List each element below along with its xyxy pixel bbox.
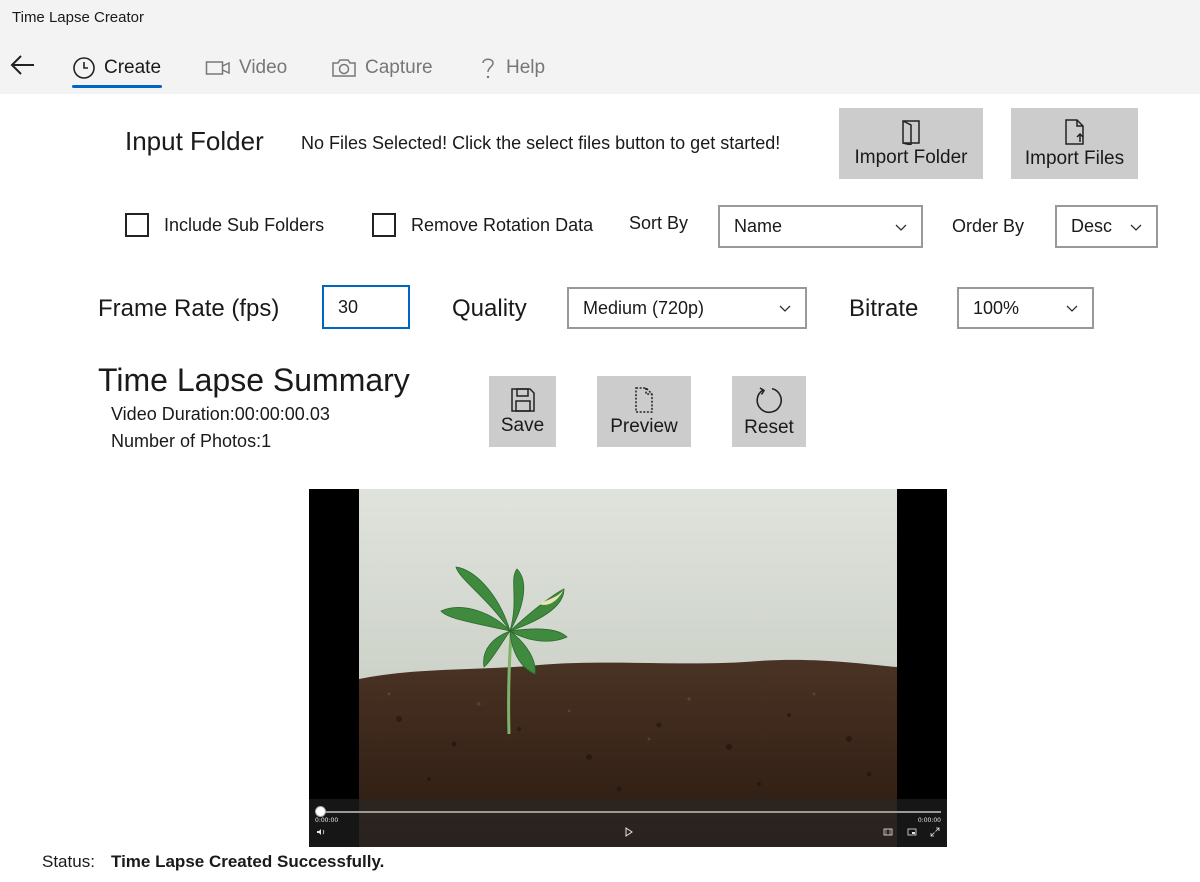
summary-heading: Time Lapse Summary <box>98 362 410 398</box>
sort-by-label: Sort By <box>629 213 689 233</box>
current-time: 0:00:00 <box>315 817 339 824</box>
bitrate-value: 100% <box>973 297 1020 318</box>
app-title: Time Lapse Creator <box>12 9 144 26</box>
tab-video-label: Video <box>239 57 288 78</box>
question-icon <box>482 58 494 79</box>
save-button[interactable]: Save <box>489 376 556 447</box>
tab-help[interactable]: Help <box>478 50 545 86</box>
status-value: Time Lapse Created Successfully. <box>111 852 385 871</box>
back-button[interactable] <box>8 50 38 80</box>
play-icon[interactable] <box>624 827 634 837</box>
progress-thumb[interactable] <box>315 806 326 817</box>
chevron-down-icon <box>895 224 907 231</box>
preview-document-icon <box>635 386 653 413</box>
include-sub-folders-checkbox[interactable] <box>125 213 149 237</box>
aspect-ratio-icon[interactable] <box>883 828 893 836</box>
chevron-down-icon <box>1066 305 1078 312</box>
reset-button[interactable]: Reset <box>732 376 806 447</box>
volume-icon[interactable] <box>316 828 326 836</box>
sort-by-value: Name <box>734 216 783 236</box>
import-folder-label: Import Folder <box>854 146 968 168</box>
quality-label: Quality <box>452 295 527 322</box>
progress-track[interactable] <box>317 811 941 813</box>
total-time: 0:00:00 <box>917 817 941 824</box>
save-disk-icon <box>510 387 535 412</box>
chevron-down-icon <box>779 305 791 312</box>
no-files-message: No Files Selected! Click the select file… <box>301 133 781 153</box>
video-player[interactable]: 0:00:00 0:00:00 <box>309 489 947 847</box>
status-label: Status: <box>42 852 95 871</box>
file-upload-icon <box>1064 118 1084 145</box>
tab-capture-label: Capture <box>365 57 433 78</box>
import-files-label: Import Files <box>1024 147 1125 169</box>
back-arrow-icon <box>10 55 34 75</box>
folder-icon <box>902 119 920 145</box>
quality-select[interactable]: Medium (720p) <box>567 287 807 329</box>
preview-label: Preview <box>610 415 678 437</box>
input-folder-heading: Input Folder <box>125 126 264 156</box>
tab-help-label: Help <box>506 57 546 78</box>
video-duration-text: Video Duration:00:00:00.03 <box>111 404 330 424</box>
include-sub-folders-label: Include Sub Folders <box>164 215 325 235</box>
nav-bar: Create Video Capture Help <box>0 38 1200 94</box>
clock-icon <box>73 57 95 79</box>
reset-label: Reset <box>744 416 794 438</box>
preview-button[interactable]: Preview <box>597 376 691 447</box>
bitrate-select[interactable]: 100% <box>957 287 1094 329</box>
title-bar: Time Lapse Creator <box>0 0 1200 38</box>
import-files-button[interactable]: Import Files <box>1011 108 1138 179</box>
bitrate-label: Bitrate <box>849 295 919 322</box>
video-preview-image <box>359 489 897 847</box>
order-by-label: Order By <box>952 216 1025 236</box>
frame-rate-label: Frame Rate (fps) <box>98 295 280 322</box>
mini-player-icon[interactable] <box>907 828 917 836</box>
active-tab-indicator <box>72 85 162 88</box>
fullscreen-icon[interactable] <box>930 827 940 837</box>
tab-create-label: Create <box>104 57 162 78</box>
number-of-photos-text: Number of Photos:1 <box>111 431 272 451</box>
playback-controls: 0:00:00 0:00:00 <box>309 799 947 847</box>
save-label: Save <box>500 414 545 436</box>
sort-by-select[interactable]: Name <box>718 205 923 248</box>
import-folder-button[interactable]: Import Folder <box>839 108 983 179</box>
tab-create[interactable]: Create <box>72 50 161 86</box>
quality-value: Medium (720p) <box>583 297 705 318</box>
order-by-select[interactable]: Desc <box>1055 205 1158 248</box>
order-by-value: Desc <box>1071 216 1113 236</box>
frame-rate-input[interactable] <box>322 285 410 329</box>
tab-video[interactable]: Video <box>205 50 287 86</box>
tab-capture[interactable]: Capture <box>331 50 433 86</box>
remove-rotation-label: Remove Rotation Data <box>411 215 594 235</box>
remove-rotation-checkbox[interactable] <box>372 213 396 237</box>
camera-icon <box>332 59 356 77</box>
video-camera-icon <box>205 61 230 75</box>
reset-circular-arrow-icon <box>756 386 782 413</box>
chevron-down-icon <box>1130 224 1142 231</box>
